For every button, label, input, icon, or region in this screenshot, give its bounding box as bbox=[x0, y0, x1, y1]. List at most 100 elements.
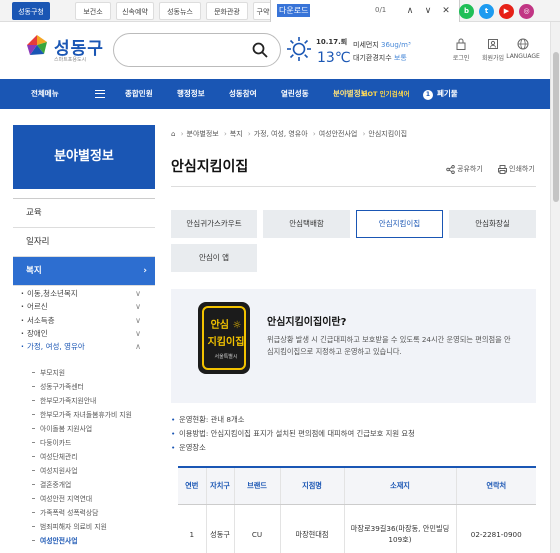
hot-keyword[interactable]: 1 폐기물 bbox=[423, 79, 458, 109]
subsub-item[interactable]: 가족폭력 성폭력상담 bbox=[30, 506, 155, 520]
tab-safe-restroom[interactable]: 안심화장실 bbox=[449, 210, 536, 238]
subsub-item[interactable]: 여성안전 지역연대 bbox=[30, 492, 155, 506]
find-close-icon[interactable]: ✕ bbox=[439, 3, 453, 19]
submenu-item[interactable]: 서소득층 ∨ bbox=[13, 314, 155, 328]
nav-item-civil[interactable]: 종합민원 bbox=[125, 79, 153, 109]
air-quality: 대기환경지수 보통 bbox=[353, 53, 407, 63]
find-bar: 다운로드 0/1 ∧ ∨ ✕ bbox=[270, 0, 460, 22]
info-bullet-location: 운영장소 bbox=[171, 443, 206, 453]
submenu-item[interactable]: 어르신 ∨ bbox=[13, 300, 155, 314]
blog-icon[interactable]: b bbox=[459, 4, 474, 19]
intro-title: 안심지킴이집이란? bbox=[267, 317, 347, 328]
submenu-item[interactable]: 장애인 ∨ bbox=[13, 327, 155, 341]
instagram-icon[interactable]: ◎ bbox=[519, 4, 534, 19]
print-label: 인쇄하기 bbox=[509, 165, 535, 173]
col-header: 자치구 bbox=[205, 466, 234, 505]
find-input[interactable]: 다운로드 bbox=[277, 4, 311, 17]
language-link[interactable]: LANGUAGE bbox=[503, 38, 543, 60]
subsub-item-active[interactable]: 여성안전사업 bbox=[30, 534, 155, 548]
sidebar-item-jobs[interactable]: 일자리 bbox=[13, 228, 155, 257]
find-prev-icon[interactable]: ∧ bbox=[403, 3, 417, 19]
nav-item-admin[interactable]: 행정정보 bbox=[177, 79, 205, 109]
breadcrumb-item[interactable]: 분야별정보 bbox=[187, 130, 219, 138]
nav-item-participation[interactable]: 성동참여 bbox=[229, 79, 257, 109]
tab-safe-parcel-box[interactable]: 안심택배함 bbox=[263, 210, 350, 238]
print-button[interactable]: 인쇄하기 bbox=[498, 164, 535, 174]
table-cell: 1 bbox=[178, 504, 206, 553]
toptab-seongdong[interactable]: 성동구청 bbox=[12, 2, 50, 20]
table-cell: 마장현대점 bbox=[279, 504, 344, 553]
subsub-item[interactable]: 한부모가족 자녀돌봄휴가비 지원 bbox=[30, 408, 155, 422]
chevron-down-icon: ∨ bbox=[135, 302, 141, 312]
top-site-bar: 성동구청 보건소 신속예약 성동뉴스 문화관광 구약 다운로드 0/1 ∧ ∨ … bbox=[0, 0, 560, 22]
tab-safe-keeper-house[interactable]: 안심지킴이집 bbox=[356, 210, 443, 238]
all-menu-button[interactable]: 전체메뉴 bbox=[31, 79, 59, 109]
breadcrumb: ⌂ › 분야별정보 › 복지 › 가정, 여성, 영유아 › 여성안전사업 › 안심지킴이… bbox=[171, 130, 408, 138]
chevron-down-icon: ∨ bbox=[135, 289, 141, 298]
subsub-item[interactable]: 한부모가족지원안내 bbox=[30, 394, 155, 408]
chevron-right-icon: › bbox=[143, 266, 147, 276]
breadcrumb-item[interactable]: 가정, 여성, 영유아 bbox=[254, 130, 308, 138]
submenu-label: 서소득층 bbox=[27, 315, 55, 325]
toptab-culture[interactable]: 문화관광 bbox=[206, 2, 248, 20]
youtube-icon[interactable]: ▶ bbox=[499, 4, 514, 19]
hamburger-icon[interactable] bbox=[95, 90, 105, 98]
user-icon bbox=[488, 39, 498, 49]
logo-mark-icon bbox=[27, 35, 47, 55]
toptab-news[interactable]: 성동뉴스 bbox=[159, 2, 201, 20]
page-scrollbar[interactable] bbox=[550, 22, 560, 553]
twitter-icon[interactable]: t bbox=[479, 4, 494, 19]
language-label: LANGUAGE bbox=[506, 53, 540, 60]
fine-dust-label: 미세먼지 bbox=[353, 41, 379, 49]
sun-icon bbox=[287, 37, 311, 61]
intro-description: 위급상황 발생 시 긴급대피하고 보호받을 수 있도록 24시간 운영되는 편의… bbox=[267, 335, 511, 356]
air-quality-value: 보통 bbox=[393, 54, 407, 62]
air-quality-label: 대기환경지수 bbox=[353, 54, 392, 62]
subsub-item[interactable]: 성동구가족센터 bbox=[30, 380, 155, 394]
site-logo[interactable]: 성동구 스마트포용도시 bbox=[24, 32, 104, 68]
toptab-reservation[interactable]: 신속예약 bbox=[116, 2, 154, 20]
table-row: 1 성동구 CU 마장현대점 마장로39길36(마장동, 안민빌딩109호) 0… bbox=[178, 504, 536, 553]
weather-date: 10.17.퇴 bbox=[316, 38, 348, 46]
subsub-item[interactable]: 여성단체관리 bbox=[30, 450, 155, 464]
hot-keyword-label: HOT 인기검색어 bbox=[362, 90, 410, 98]
sidebar-submenu: 이동,청소년복지 ∨ 어르신 ∨ 서소득층 ∨ 장애인 ∨ 가정, 여성, 영유아 ∧ bbox=[13, 287, 155, 354]
share-label: 공유하기 bbox=[457, 165, 483, 173]
nav-item-open[interactable]: 열린성동 bbox=[281, 79, 309, 109]
sidebar-item-welfare-label: 복지 bbox=[26, 266, 42, 276]
search-input[interactable] bbox=[126, 42, 246, 58]
sidebar-item-education[interactable]: 교육 bbox=[13, 199, 155, 228]
col-header: 브랜드 bbox=[233, 466, 280, 505]
home-icon[interactable]: ⌂ bbox=[171, 130, 175, 138]
share-button[interactable]: 공유하기 bbox=[446, 164, 483, 174]
subsub-item[interactable]: 아이돌봄 지원사업 bbox=[30, 422, 155, 436]
scrollbar-thumb[interactable] bbox=[553, 52, 559, 202]
sidebar-subsubmenu: 부모지원 성동구가족센터 한부모가족지원안내 한부모가족 자녀돌봄휴가비 지원 … bbox=[30, 366, 155, 548]
toptab-health[interactable]: 보건소 bbox=[75, 2, 111, 20]
signup-label: 회원가입 bbox=[481, 55, 505, 62]
info-bullet-usage: 이용방법: 안심지킴이집 표지가 설치된 편의점에 대피하여 긴급보호 지원 요… bbox=[171, 429, 415, 439]
tab-safe-app[interactable]: 안심이 앱 bbox=[171, 244, 257, 272]
subsub-item[interactable]: 결혼중개업 bbox=[30, 478, 155, 492]
subsub-item[interactable]: 부모지원 bbox=[30, 366, 155, 380]
submenu-item-active[interactable]: 가정, 여성, 영유아 ∧ bbox=[13, 340, 155, 354]
submenu-item[interactable]: 이동,청소년복지 ∨ bbox=[13, 287, 155, 301]
subsub-item[interactable]: 여성지원사업 bbox=[30, 464, 155, 478]
tab-safe-return-scout[interactable]: 안심귀가스카우트 bbox=[171, 210, 257, 238]
find-next-icon[interactable]: ∨ bbox=[421, 3, 435, 19]
sidebar-title: 분야별정보 bbox=[13, 125, 155, 189]
weather-temperature: 13℃ bbox=[317, 50, 351, 66]
breadcrumb-item[interactable]: 복지 bbox=[230, 130, 243, 138]
globe-icon bbox=[517, 38, 529, 50]
subsub-item[interactable]: 다둥이카드 bbox=[30, 436, 155, 450]
fine-dust-value: 36ug/m³ bbox=[381, 41, 411, 49]
login-link[interactable]: 로그인 bbox=[443, 38, 479, 62]
search-icon[interactable] bbox=[252, 42, 268, 58]
col-header: 소재지 bbox=[343, 466, 456, 505]
sidebar-item-welfare[interactable]: 복지 › bbox=[13, 257, 155, 286]
breadcrumb-item[interactable]: 여성안전사업 bbox=[319, 130, 358, 138]
submenu-label: 장애인 bbox=[27, 328, 48, 338]
subsub-item[interactable]: 범죄피해자 의료비 지원 bbox=[30, 520, 155, 534]
chevron-up-icon: ∧ bbox=[135, 342, 141, 352]
fine-dust: 미세먼지 36ug/m³ bbox=[353, 40, 411, 50]
